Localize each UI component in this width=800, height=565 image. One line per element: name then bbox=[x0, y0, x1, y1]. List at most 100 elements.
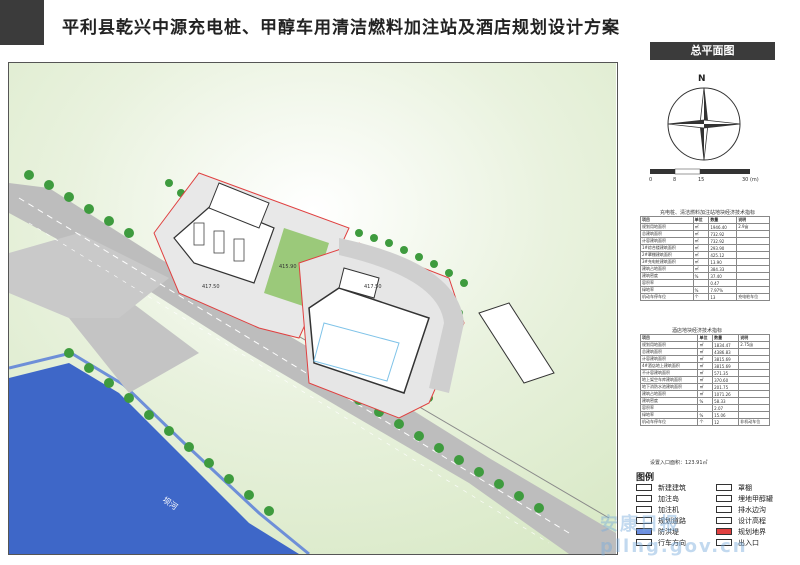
table-cell: 12 bbox=[712, 418, 740, 426]
table-row: 计容建筑面积㎡ 3815.69 bbox=[639, 355, 770, 363]
legend-swatch bbox=[636, 495, 652, 502]
table-cell bbox=[736, 286, 770, 294]
table-cell: 3#充电桩建筑面积 bbox=[640, 258, 694, 266]
table-cell: 3815.69 bbox=[712, 355, 740, 363]
table-cell bbox=[738, 411, 770, 419]
table-header-cell: 说明 bbox=[738, 334, 770, 342]
table-cell bbox=[738, 404, 770, 412]
scale-bar bbox=[650, 168, 750, 175]
hotel-indicators-table: 项目 单位 数量 说明 规划用地面积㎡ 1834.47 2.75亩 总建筑面积㎡ 4386.83… bbox=[639, 334, 770, 426]
table-cell: 建筑密度 bbox=[640, 272, 694, 280]
table-cell: 13.90 bbox=[708, 258, 738, 266]
table-header-cell: 数量 bbox=[708, 216, 738, 224]
table-cell: 58.33 bbox=[712, 397, 740, 405]
table-row: 地上架空车库建筑面积㎡ 370.60 bbox=[639, 376, 770, 384]
table-cell bbox=[738, 390, 770, 398]
table-row: 不计容建筑面积㎡ 571.35 bbox=[639, 369, 770, 377]
table-cell: 非机动车位 bbox=[738, 418, 770, 426]
table-row: 3#充电桩建筑面积㎡ 13.90 bbox=[640, 258, 770, 266]
table-cell: 1834.47 bbox=[712, 341, 740, 349]
scale-tick-1: 8 bbox=[673, 177, 677, 183]
table-cell: 容积率 bbox=[639, 404, 699, 412]
table-cell: 1071.26 bbox=[712, 390, 740, 398]
table-cell: ㎡ bbox=[697, 383, 714, 391]
table-cell bbox=[736, 279, 770, 287]
table-cell bbox=[738, 348, 770, 356]
legend-label: 加注岛 bbox=[658, 495, 679, 503]
table-cell: ㎡ bbox=[692, 251, 710, 259]
table-cell bbox=[736, 244, 770, 252]
table-cell: ㎡ bbox=[697, 376, 714, 384]
table-header-cell: 项目 bbox=[640, 216, 694, 224]
table-row: 4#酒店地上建筑面积㎡ 3815.69 bbox=[639, 362, 770, 370]
table-row: 2#罩棚建筑面积㎡ 425.12 bbox=[640, 251, 770, 259]
table-cell bbox=[736, 258, 770, 266]
table-cell: 425.12 bbox=[708, 251, 738, 259]
legend-swatch bbox=[716, 484, 732, 491]
table-cell bbox=[736, 237, 770, 245]
table-cell: 规划用地面积 bbox=[640, 223, 694, 231]
table-cell: 计容建筑面积 bbox=[639, 355, 699, 363]
table2-caption: 酒店地块经济技术指标 bbox=[672, 328, 723, 334]
table-cell: 15.06 bbox=[712, 411, 740, 419]
table-cell: 293.90 bbox=[708, 244, 738, 252]
table-cell: ㎡ bbox=[697, 362, 714, 370]
title-bar-accent bbox=[0, 0, 44, 45]
table-row: 绿地率% 7.97% bbox=[640, 286, 770, 294]
table-header-cell: 单位 bbox=[692, 216, 710, 224]
table-cell: 0.47 bbox=[708, 279, 738, 287]
table-cell: 个 bbox=[692, 293, 710, 301]
table-cell: ㎡ bbox=[692, 230, 710, 238]
table-cell: 13 bbox=[708, 293, 738, 301]
table-cell bbox=[738, 355, 770, 363]
table-row: 总建筑面积㎡ 4386.83 bbox=[639, 348, 770, 356]
table-row: 建筑占地面积㎡ 1071.26 bbox=[639, 390, 770, 398]
table-cell bbox=[736, 272, 770, 280]
table-row: 地下消防水池建筑面积㎡ 201.75 bbox=[639, 383, 770, 391]
table-cell: ㎡ bbox=[697, 390, 714, 398]
table-cell: 2.75亩 bbox=[738, 341, 770, 349]
table-cell: % bbox=[692, 286, 710, 294]
table-cell bbox=[738, 383, 770, 391]
legend-title: 图例 bbox=[636, 473, 655, 483]
station-indicators-table: 项目 单位 数量 说明 规划用地面积㎡ 1946.40 2.9亩 总建筑面积㎡ 732.92 计容… bbox=[640, 216, 770, 301]
table-cell: 1946.40 bbox=[708, 223, 738, 231]
table-cell: 2#罩棚建筑面积 bbox=[640, 251, 694, 259]
table-cell: 2.9亩 bbox=[736, 223, 770, 231]
table-cell: 4386.83 bbox=[712, 348, 740, 356]
table-row: 建筑密度% 58.33 bbox=[639, 397, 770, 405]
table-cell: 370.60 bbox=[712, 376, 740, 384]
table-row: 机动车停车位个 13 充电桩车位 bbox=[640, 293, 770, 301]
table-cell: 地下消防水池建筑面积 bbox=[639, 383, 699, 391]
table-cell: 384.33 bbox=[708, 265, 738, 273]
table-row: 建筑密度% 37.40 bbox=[640, 272, 770, 280]
watermark: 安康日报 pllng.gov.cn bbox=[600, 514, 748, 557]
table-row: 容积率 0.47 bbox=[640, 279, 770, 287]
table-cell: 不计容建筑面积 bbox=[639, 369, 699, 377]
table-cell: 建筑占地面积 bbox=[639, 390, 699, 398]
table-row: 绿地率% 15.06 bbox=[639, 411, 770, 419]
scale-tick-0: 0 bbox=[649, 177, 653, 183]
table-row: 建筑占地面积㎡ 384.33 bbox=[640, 265, 770, 273]
table-cell: 4#酒店地上建筑面积 bbox=[639, 362, 699, 370]
table-cell: 201.75 bbox=[712, 383, 740, 391]
table-cell bbox=[738, 362, 770, 370]
table-header-cell: 单位 bbox=[697, 334, 714, 342]
table-cell: ㎡ bbox=[692, 244, 710, 252]
table-row: 计容建筑面积㎡ 732.92 bbox=[640, 237, 770, 245]
legend-swatch bbox=[716, 495, 732, 502]
table-cell: ㎡ bbox=[697, 341, 714, 349]
table-cell: 规划用地面积 bbox=[639, 341, 699, 349]
legend-label: 埋地甲醇罐 bbox=[738, 495, 773, 503]
table-cell bbox=[738, 369, 770, 377]
table-cell bbox=[736, 265, 770, 273]
table-cell: 建筑密度 bbox=[639, 397, 699, 405]
table-cell: 7.97% bbox=[708, 286, 738, 294]
north-label: N bbox=[698, 74, 706, 84]
scale-tick-2: 15 bbox=[698, 177, 705, 183]
table-row: 总建筑面积㎡ 732.92 bbox=[640, 230, 770, 238]
table-cell: 总建筑面积 bbox=[639, 348, 699, 356]
table-row: 容积率 2.07 bbox=[639, 404, 770, 412]
table-header-row: 项目 单位 数量 说明 bbox=[639, 334, 770, 342]
table-cell bbox=[736, 230, 770, 238]
